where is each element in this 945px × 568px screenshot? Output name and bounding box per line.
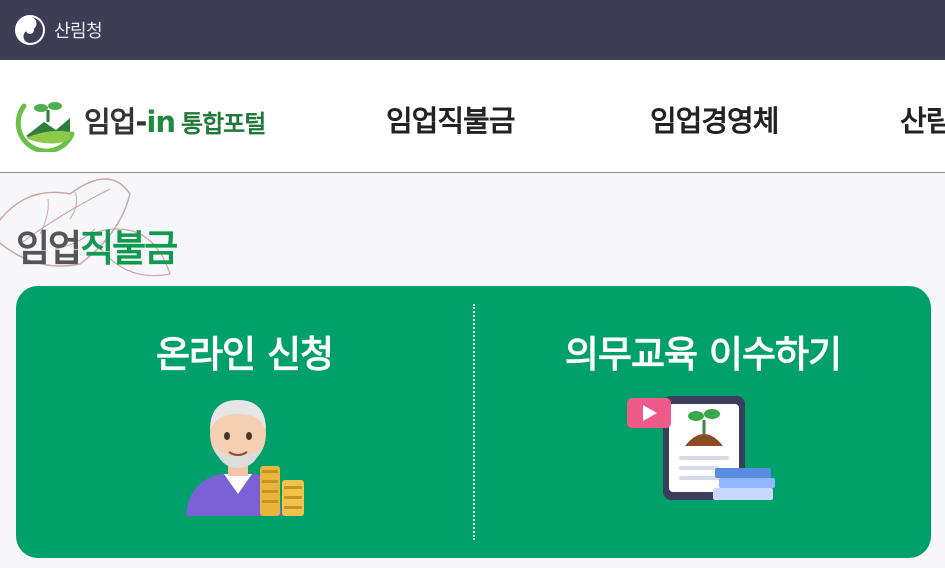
nav-item-forestry-management[interactable]: 임업경영체 [650,98,779,140]
online-application-title: 온라인 신청 [155,333,334,376]
logo-name-portal: 통합포털 [181,110,266,138]
logo-text: 임업-in 통합포털 [84,99,266,141]
service-panel: 온라인 신청 의무교육 이수하기 [16,286,931,558]
online-application-card[interactable]: 온라인 신청 [16,286,473,558]
korea-government-emblem-icon [15,15,45,45]
mandatory-education-title: 의무교육 이수하기 [564,333,842,376]
section-title: 임업직불금 [16,218,178,272]
tablet-video-sprout-books-icon [627,396,775,500]
site-logo[interactable]: 임업-in 통합포털 [14,88,266,152]
nav-item-forest[interactable]: 산림 [900,98,945,140]
logo-name-in: in [146,105,176,139]
agency-name[interactable]: 산림청 [54,17,103,43]
section-title-part2: 직불금 [80,227,178,270]
elderly-man-with-coins-icon [185,400,304,516]
government-top-bar: 산림청 [0,0,945,60]
nav-item-forestry-direct-payment[interactable]: 임업직불금 [386,98,515,140]
section-title-part1: 임업 [16,227,82,270]
logo-name-prefix: 임업- [84,105,147,139]
main-content: 임업직불금 온라인 신청 의무교육 이수하기 [0,174,945,568]
mandatory-education-card[interactable]: 의무교육 이수하기 [475,286,931,558]
site-header: 임업-in 통합포털 임업직불금 임업경영체 산림 [0,60,945,173]
sprout-hill-logo-icon [15,102,75,152]
